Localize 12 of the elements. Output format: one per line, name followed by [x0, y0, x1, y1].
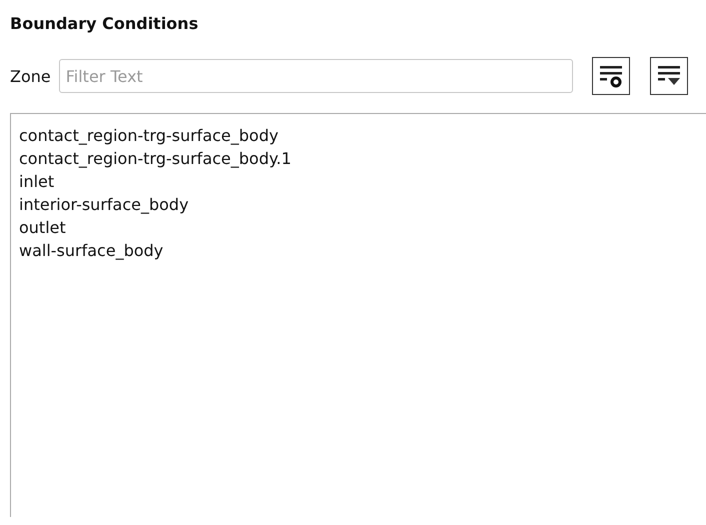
zone-list-item[interactable]: contact_region-trg-surface_body [19, 124, 278, 147]
filter-options-button[interactable] [592, 57, 630, 95]
filter-options-icon [598, 63, 624, 89]
filter-dropdown-button[interactable] [650, 57, 688, 95]
zone-list-item[interactable]: outlet [19, 216, 66, 239]
zone-list-item[interactable]: inlet [19, 170, 54, 193]
zone-list-item[interactable]: contact_region-trg-surface_body.1 [19, 147, 292, 170]
zone-list-item[interactable]: interior-surface_body [19, 193, 189, 216]
zone-label: Zone [10, 66, 51, 86]
filter-input-field[interactable]: Filter Text [58, 59, 573, 93]
zone-list-item[interactable]: wall-surface_body [19, 239, 164, 262]
panel-title: Boundary Conditions [10, 14, 200, 33]
